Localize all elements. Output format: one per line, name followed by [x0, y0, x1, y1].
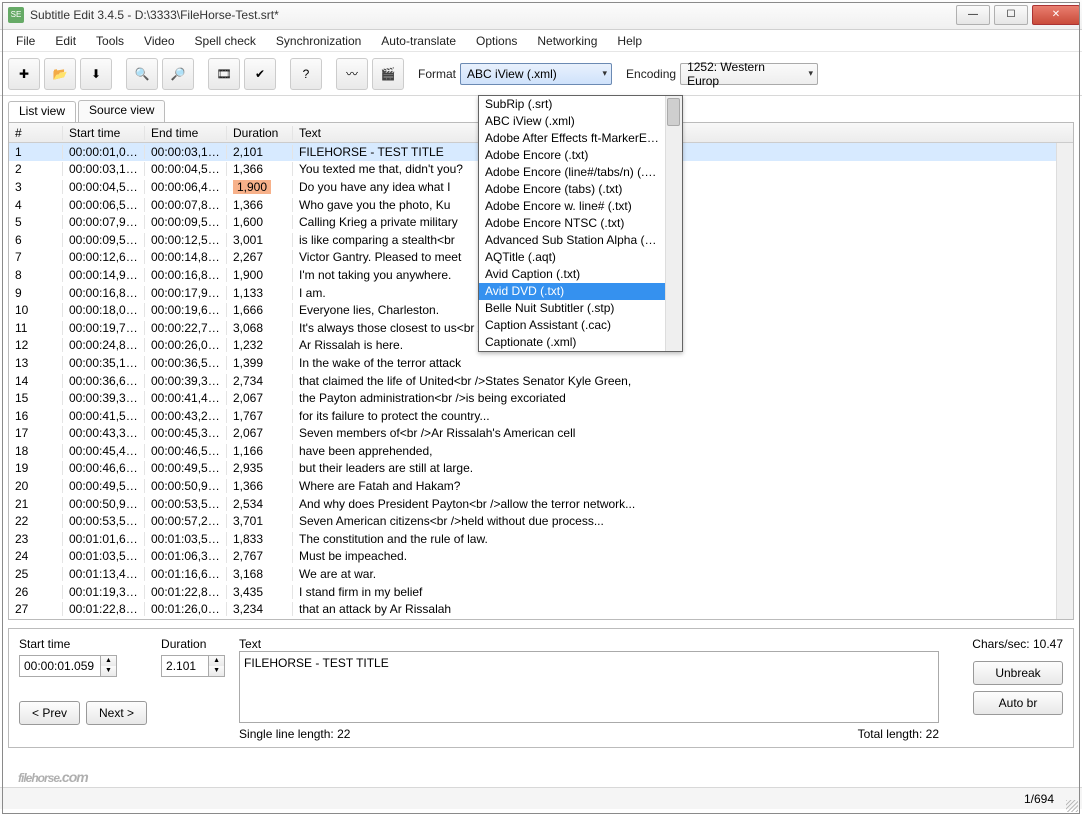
spin-down-icon[interactable]: ▼	[209, 666, 224, 676]
format-dropdown[interactable]: SubRip (.srt)ABC iView (.xml)Adobe After…	[478, 95, 683, 352]
window-title: Subtitle Edit 3.4.5 - D:\3333\FileHorse-…	[30, 8, 954, 22]
format-option[interactable]: Adobe Encore NTSC (.txt)	[479, 215, 665, 232]
help-icon[interactable]: ?	[290, 58, 322, 90]
format-option[interactable]: Belle Nuit Subtitler (.stp)	[479, 300, 665, 317]
format-option[interactable]: Avid DVD (.txt)	[479, 283, 665, 300]
prev-button[interactable]: < Prev	[19, 701, 80, 725]
table-row[interactable]: 2600:01:19,37100:01:22,8063,435I stand f…	[9, 583, 1073, 601]
editor-panel: Start time ▲▼ < Prev Next > Duration ▲▼ …	[8, 628, 1074, 748]
status-counter: 1/694	[1024, 792, 1054, 806]
dropdown-scrollbar[interactable]	[665, 96, 682, 351]
autobr-button[interactable]: Auto br	[973, 691, 1063, 715]
encoding-combo[interactable]: 1252: Western Europ	[680, 63, 818, 85]
col-end[interactable]: End time	[145, 126, 227, 140]
format-option[interactable]: Avid Caption (.txt)	[479, 266, 665, 283]
encoding-label: Encoding	[626, 67, 676, 81]
col-duration[interactable]: Duration	[227, 126, 293, 140]
dropdown-scroll-thumb[interactable]	[667, 98, 680, 126]
format-option[interactable]: Captionate (.xml)	[479, 334, 665, 351]
menu-spell-check[interactable]: Spell check	[185, 32, 266, 50]
maximize-button[interactable]: ☐	[994, 5, 1028, 25]
format-option[interactable]: Adobe Encore (line#/tabs/n) (.txt)	[479, 164, 665, 181]
grid-scrollbar[interactable]	[1056, 143, 1073, 619]
duration-label: Duration	[161, 637, 225, 651]
table-row[interactable]: 2700:01:22,84200:01:26,0763,234that an a…	[9, 600, 1073, 618]
col-start[interactable]: Start time	[63, 126, 145, 140]
app-icon: SE	[8, 7, 24, 23]
new-icon[interactable]: ✚	[8, 58, 40, 90]
menu-edit[interactable]: Edit	[45, 32, 86, 50]
total-length: Total length: 22	[858, 727, 939, 741]
format-label: Format	[418, 67, 456, 81]
format-combo[interactable]: ABC iView (.xml)	[460, 63, 612, 85]
next-button[interactable]: Next >	[86, 701, 147, 725]
table-row[interactable]: 1900:00:46,60500:00:49,5402,935but their…	[9, 460, 1073, 478]
statusbar: 1/694	[0, 787, 1082, 809]
start-time-label: Start time	[19, 637, 147, 651]
spin-down-icon[interactable]: ▼	[101, 666, 116, 676]
menu-options[interactable]: Options	[466, 32, 527, 50]
watermark: filehorse.com	[18, 753, 88, 790]
col-number[interactable]: #	[9, 126, 63, 140]
clapboard-icon[interactable]: 🎬	[372, 58, 404, 90]
text-input[interactable]	[239, 651, 939, 723]
menubar: FileEditToolsVideoSpell checkSynchroniza…	[0, 30, 1082, 52]
text-label: Text	[239, 637, 939, 651]
table-row[interactable]: 2000:00:49,57500:00:50,9411,366Where are…	[9, 477, 1073, 495]
open-icon[interactable]: 📂	[44, 58, 76, 90]
find-icon[interactable]: 🔍	[126, 58, 158, 90]
table-row[interactable]: 1400:00:36,62900:00:39,3632,734that clai…	[9, 372, 1073, 390]
chars-per-sec: Chars/sec: 10.47	[972, 637, 1063, 651]
tab-sourceview[interactable]: Source view	[78, 100, 165, 122]
menu-synchronization[interactable]: Synchronization	[266, 32, 371, 50]
close-button[interactable]: ✕	[1032, 5, 1080, 25]
menu-video[interactable]: Video	[134, 32, 184, 50]
menu-networking[interactable]: Networking	[527, 32, 607, 50]
unbreak-button[interactable]: Unbreak	[973, 661, 1063, 685]
resize-grip-icon[interactable]	[1066, 800, 1078, 812]
menu-auto-translate[interactable]: Auto-translate	[371, 32, 466, 50]
format-option[interactable]: Adobe Encore (tabs) (.txt)	[479, 181, 665, 198]
table-row[interactable]: 2300:01:01,68700:01:03,5201,833The const…	[9, 530, 1073, 548]
format-option[interactable]: Caption Assistant (.cac)	[479, 317, 665, 334]
table-row[interactable]: 1300:00:35,19400:00:36,5931,399In the wa…	[9, 354, 1073, 372]
table-row[interactable]: 1700:00:43,30200:00:45,3692,067Seven mem…	[9, 425, 1073, 443]
format-option[interactable]: Adobe Encore (.txt)	[479, 147, 665, 164]
col-text[interactable]: Text	[293, 126, 1073, 140]
format-option[interactable]: ABC iView (.xml)	[479, 113, 665, 130]
format-option[interactable]: Adobe Encore w. line# (.txt)	[479, 198, 665, 215]
minimize-button[interactable]: —	[956, 5, 990, 25]
format-option[interactable]: AQTitle (.aqt)	[479, 249, 665, 266]
spellcheck-icon[interactable]: ✔	[244, 58, 276, 90]
titlebar: SE Subtitle Edit 3.4.5 - D:\3333\FileHor…	[0, 0, 1082, 30]
table-row[interactable]: 2400:01:03,55600:01:06,3232,767Must be i…	[9, 548, 1073, 566]
start-time-input[interactable]: ▲▼	[19, 655, 147, 677]
tab-listview[interactable]: List view	[8, 101, 76, 123]
format-option[interactable]: SubRip (.srt)	[479, 96, 665, 113]
menu-tools[interactable]: Tools	[86, 32, 134, 50]
find-replace-icon[interactable]: 🔎	[162, 58, 194, 90]
table-row[interactable]: 1600:00:41,50000:00:43,2671,767for its f…	[9, 407, 1073, 425]
duration-input[interactable]: ▲▼	[161, 655, 225, 677]
menu-file[interactable]: File	[6, 32, 45, 50]
single-line-length: Single line length: 22	[239, 727, 350, 741]
video-icon[interactable]: 🎞	[208, 58, 240, 90]
format-option[interactable]: Adobe After Effects ft-MarkerExporter (.…	[479, 130, 665, 147]
table-row[interactable]: 2200:00:53,54600:00:57,2473,701Seven Ame…	[9, 512, 1073, 530]
table-row[interactable]: 1800:00:45,40400:00:46,5701,166have been…	[9, 442, 1073, 460]
format-option[interactable]: Advanced Sub Station Alpha (.ass)	[479, 232, 665, 249]
spin-up-icon[interactable]: ▲	[209, 656, 224, 666]
table-row[interactable]: 1500:00:39,39800:00:41,4652,067the Payto…	[9, 389, 1073, 407]
waveform-icon[interactable]: 〰	[336, 58, 368, 90]
menu-help[interactable]: Help	[607, 32, 652, 50]
table-row[interactable]: 2500:01:13,49900:01:16,6673,168We are at…	[9, 565, 1073, 583]
table-row[interactable]: 2100:00:50,97600:00:53,5102,534And why d…	[9, 495, 1073, 513]
spin-up-icon[interactable]: ▲	[101, 656, 116, 666]
save-icon[interactable]: ⬇	[80, 58, 112, 90]
toolbar: ✚📂⬇ 🔍🔎 🎞✔? 〰🎬 Format ABC iView (.xml) Encod…	[0, 52, 1082, 96]
